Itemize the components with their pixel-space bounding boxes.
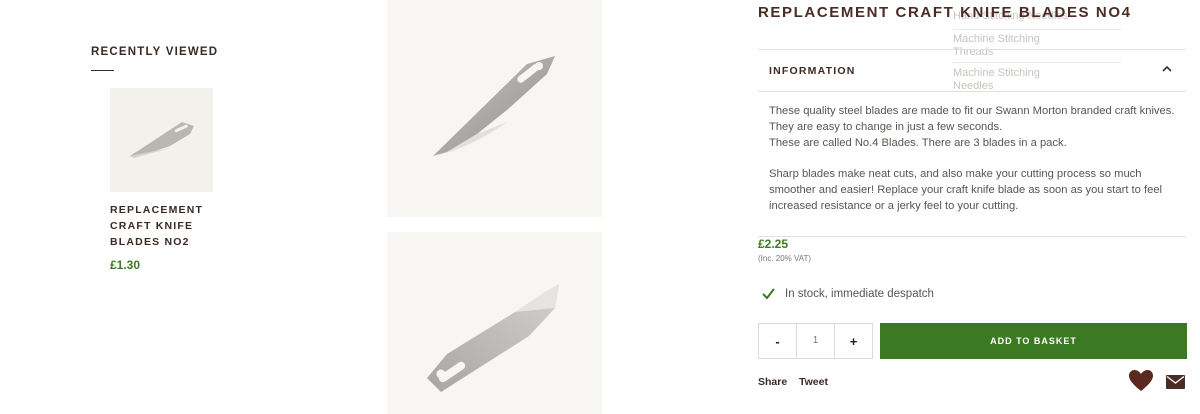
- recently-viewed-price: £1.30: [110, 258, 141, 272]
- check-icon: [762, 288, 775, 300]
- divider: [758, 49, 1186, 50]
- nav-dropdown-item[interactable]: Machine Stitching Needles: [953, 67, 1063, 93]
- heading-underline: [91, 70, 114, 71]
- share-link[interactable]: Share: [758, 376, 787, 388]
- blade-image: [427, 284, 559, 392]
- blade-image: [130, 122, 194, 158]
- dropdown-divider: [953, 29, 1121, 30]
- divider: [758, 236, 1186, 237]
- quantity-input[interactable]: 1: [796, 324, 835, 358]
- stock-status: In stock, immediate despatch: [785, 288, 934, 300]
- product-image-main[interactable]: [387, 0, 602, 217]
- mail-icon[interactable]: [1166, 375, 1185, 389]
- increment-button[interactable]: +: [835, 324, 872, 358]
- product-price: £2.25: [758, 237, 789, 251]
- blade-image: [433, 56, 555, 156]
- recently-viewed-thumbnail[interactable]: [110, 88, 213, 192]
- tweet-link[interactable]: Tweet: [799, 376, 828, 388]
- add-to-basket-button[interactable]: ADD TO BASKET: [880, 323, 1187, 359]
- decrement-button[interactable]: -: [759, 324, 796, 358]
- description-paragraph: These are called No.4 Blades. There are …: [769, 137, 1067, 149]
- chevron-up-icon[interactable]: [1160, 62, 1174, 76]
- nav-dropdown-item[interactable]: Machine Stitching Threads: [953, 33, 1063, 59]
- quantity-stepper: - 1 +: [758, 323, 873, 359]
- vat-note: (Inc. 20% VAT): [758, 254, 812, 263]
- divider: [758, 91, 1186, 92]
- description-paragraph: These quality steel blades are made to f…: [769, 105, 1175, 133]
- product-image-alt[interactable]: [387, 232, 602, 414]
- heart-icon[interactable]: [1128, 369, 1154, 393]
- information-accordion-title[interactable]: INFORMATION: [769, 65, 856, 77]
- dropdown-divider: [953, 62, 1121, 63]
- recently-viewed-heading: RECENTLY VIEWED: [91, 46, 219, 58]
- description-paragraph: Sharp blades make neat cuts, and also ma…: [769, 168, 1163, 212]
- recently-viewed-title[interactable]: REPLACEMENT CRAFT KNIFE BLADES NO2: [110, 202, 220, 250]
- product-title: REPLACEMENT CRAFT KNIFE BLADES NO4: [758, 4, 1132, 21]
